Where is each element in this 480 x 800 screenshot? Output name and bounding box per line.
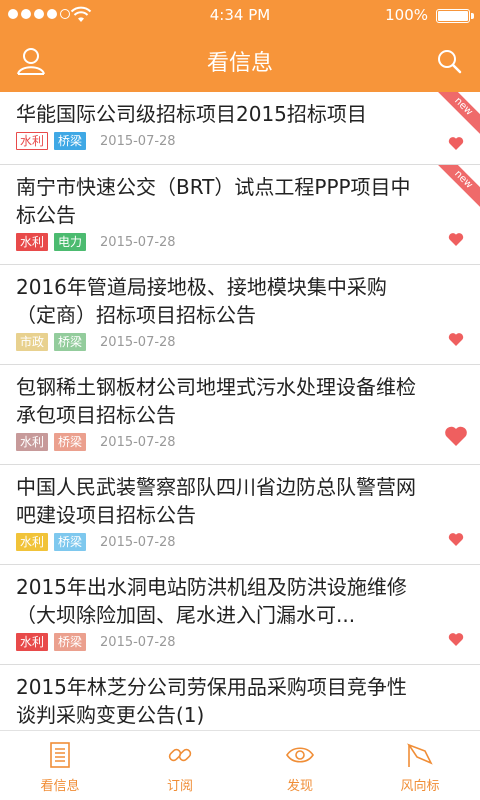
favorite-heart-icon[interactable]	[448, 532, 464, 547]
battery-icon	[436, 9, 474, 23]
tab-label: 订阅	[166, 779, 193, 794]
tab-bar: 看信息 订阅 发现 风向标	[0, 730, 480, 800]
category-tag: 桥梁	[54, 433, 87, 451]
tab-discover[interactable]: 发现	[240, 731, 360, 800]
category-tag: 桥梁	[54, 533, 87, 551]
item-title: 中国人民武装警察部队四川省边防总队警营网吧建设项目招标公告	[16, 475, 416, 527]
category-tag: 水利	[16, 233, 49, 251]
page-title: 看信息	[206, 51, 273, 76]
list-item[interactable]: 2015年出水洞电站防洪机组及防洪设施维修（大坝除险加固、尾水进入门漏水可...…	[0, 565, 480, 665]
category-tag: 水利	[16, 433, 49, 451]
list-item[interactable]: 2016年管道局接地极、接地模块集中采购（定商）招标项目招标公告市政 桥梁 2015…	[0, 265, 480, 365]
item-meta: 市政 桥梁 2015-07-28	[16, 333, 440, 351]
item-title: 2016年管道局接地极、接地模块集中采购（定商）招标项目招标公告	[16, 275, 387, 327]
list-item[interactable]: 中国人民武装警察部队四川省边防总队警营网吧建设项目招标公告水利 桥梁 2015-07…	[0, 465, 480, 565]
item-title: 2015年出水洞电站防洪机组及防洪设施维修（大坝除险加固、尾水进入门漏水可...	[16, 575, 407, 627]
item-date: 2015-07-28	[100, 534, 176, 550]
category-tag: 市政	[16, 333, 49, 351]
flag-icon	[406, 743, 433, 767]
item-meta: 水利 桥梁 2015-07-28	[16, 433, 440, 451]
item-meta: 水利 桥梁 2015-07-28	[16, 633, 440, 651]
category-tag: 桥梁	[54, 633, 87, 651]
list-item[interactable]: 2015年林芝分公司劳保用品采购项目竞争性谈判采购变更公告(1)	[0, 665, 480, 730]
status-bar: 4:34 PM 100%	[0, 0, 480, 30]
item-date: 2015-07-28	[100, 434, 176, 450]
list-item[interactable]: 南宁市快速公交（BRT）试点工程PPP项目中标公告 水利 电力 2015-07-28 n…	[0, 165, 480, 265]
info-list[interactable]: 华能国际公司级招标项目2015招标项目 水利 桥梁 2015-07-28 new 南宁市快…	[0, 92, 480, 730]
favorite-heart-icon[interactable]	[448, 136, 464, 151]
favorite-heart-icon[interactable]	[448, 332, 464, 347]
category-tag: 水利	[16, 132, 49, 150]
list-item[interactable]: 包钢稀土钢板材公司地埋式污水处理设备维检承包项目招标公告水利 桥梁 2015-07-…	[0, 365, 480, 465]
favorite-heart-icon[interactable]	[444, 425, 468, 447]
eye-icon	[286, 747, 314, 763]
tab-subscribe[interactable]: 订阅	[120, 731, 240, 800]
item-title: 2015年林芝分公司劳保用品采购项目竞争性谈判采购变更公告(1)	[16, 675, 407, 727]
battery-percent: 100%	[385, 6, 428, 24]
item-date: 2015-07-28	[100, 133, 176, 149]
category-tag: 水利	[16, 533, 49, 551]
item-title: 南宁市快速公交（BRT）试点工程PPP项目中标公告	[16, 175, 411, 227]
item-date: 2015-07-28	[100, 634, 176, 650]
item-meta: 水利 电力 2015-07-28	[16, 233, 440, 251]
favorite-heart-icon[interactable]	[448, 232, 464, 247]
favorite-heart-icon[interactable]	[448, 632, 464, 647]
item-date: 2015-07-28	[100, 234, 176, 250]
item-title: 华能国际公司级招标项目2015招标项目	[16, 102, 367, 126]
tab-view-info[interactable]: 看信息	[0, 731, 120, 800]
search-icon[interactable]	[428, 40, 470, 82]
item-meta: 水利 桥梁 2015-07-28	[16, 533, 440, 551]
category-tag: 电力	[54, 233, 87, 251]
tab-label: 风向标	[400, 779, 440, 794]
document-icon	[50, 742, 70, 768]
tab-label: 发现	[286, 779, 313, 794]
item-title: 包钢稀土钢板材公司地埋式污水处理设备维检承包项目招标公告	[16, 375, 416, 427]
tab-trend[interactable]: 风向标	[360, 731, 480, 800]
list-item[interactable]: 华能国际公司级招标项目2015招标项目 水利 桥梁 2015-07-28 new	[0, 92, 480, 165]
category-tag: 桥梁	[54, 132, 87, 150]
tab-label: 看信息	[40, 779, 80, 794]
category-tag: 水利	[16, 633, 49, 651]
item-date: 2015-07-28	[100, 334, 176, 350]
category-tag: 桥梁	[54, 333, 87, 351]
app-header: 看信息	[0, 30, 480, 92]
item-meta: 水利 桥梁 2015-07-28	[16, 132, 440, 150]
link-icon	[168, 748, 192, 762]
